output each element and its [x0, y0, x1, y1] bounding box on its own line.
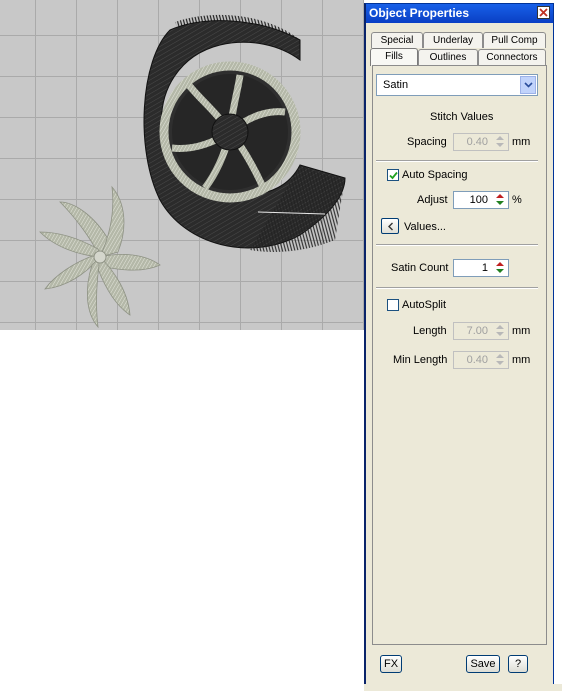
length-stepper: 7.00 — [453, 322, 509, 340]
length-unit: mm — [512, 325, 531, 337]
spacing-spin-buttons — [493, 134, 508, 150]
fx-button[interactable]: FX — [380, 655, 402, 673]
tab-outlines[interactable]: Outlines — [418, 49, 478, 65]
adjust-stepper[interactable]: 100 — [453, 191, 509, 209]
close-button[interactable] — [537, 6, 550, 19]
divider — [376, 244, 538, 246]
spacing-value: 0.40 — [466, 136, 488, 148]
adjust-value: 100 — [469, 194, 488, 206]
dropdown-button[interactable] — [520, 76, 536, 94]
values-button[interactable] — [381, 218, 399, 234]
tab-connectors[interactable]: Connectors — [478, 49, 546, 65]
auto-spacing-label: Auto Spacing — [402, 169, 468, 181]
auto-spacing-checkbox[interactable] — [387, 169, 399, 181]
length-spin-buttons — [493, 323, 508, 339]
min-length-label: Min Length — [393, 354, 448, 366]
min-length-unit: mm — [512, 354, 531, 366]
divider — [376, 160, 538, 162]
adjust-spin-buttons[interactable] — [493, 192, 508, 208]
adjust-unit: % — [512, 194, 522, 206]
design-canvas[interactable] — [0, 0, 364, 330]
stitch-values-heading: Stitch Values — [430, 111, 494, 123]
bottom-toolbar-strip — [364, 684, 562, 691]
tab-pull-comp[interactable]: Pull Comp — [483, 32, 546, 48]
tab-fills[interactable]: Fills — [370, 48, 418, 66]
adjust-label: Adjust — [417, 194, 448, 206]
object-properties-panel: Object Properties Special Underlay Pull … — [364, 3, 554, 687]
satin-count-stepper[interactable]: 1 — [453, 259, 509, 277]
length-value: 7.00 — [466, 325, 488, 337]
panel-title: Object Properties — [369, 6, 470, 20]
min-length-value: 0.40 — [466, 354, 488, 366]
values-label[interactable]: Values... — [404, 221, 446, 233]
chevron-left-icon — [387, 222, 393, 230]
satin-count-value: 1 — [481, 262, 488, 274]
satin-count-label: Satin Count — [391, 262, 449, 274]
divider — [376, 287, 538, 289]
min-length-spin-buttons — [493, 352, 508, 368]
min-length-stepper: 0.40 — [453, 351, 509, 369]
close-icon — [539, 8, 548, 17]
checkmark-icon — [389, 171, 398, 180]
fill-type-value: Satin — [383, 79, 409, 91]
chevron-down-icon — [523, 82, 533, 88]
save-button[interactable]: Save — [466, 655, 500, 673]
fill-type-select[interactable]: Satin — [376, 74, 538, 96]
autosplit-label: AutoSplit — [402, 299, 447, 311]
canvas-empty-area — [0, 330, 364, 691]
length-label: Length — [413, 325, 447, 337]
satin-count-spin-buttons[interactable] — [493, 260, 508, 276]
help-button[interactable]: ? — [508, 655, 528, 673]
spacing-unit: mm — [512, 136, 531, 148]
tab-underlay[interactable]: Underlay — [423, 32, 483, 48]
tab-special[interactable]: Special — [371, 32, 423, 48]
autosplit-checkbox[interactable] — [387, 299, 399, 311]
panel-titlebar[interactable]: Object Properties — [366, 4, 553, 23]
spacing-label: Spacing — [407, 136, 447, 148]
spacing-stepper: 0.40 — [453, 133, 509, 151]
pinwheel-embroidery-object[interactable] — [39, 185, 161, 329]
wheel-embroidery-object[interactable] — [143, 14, 346, 252]
